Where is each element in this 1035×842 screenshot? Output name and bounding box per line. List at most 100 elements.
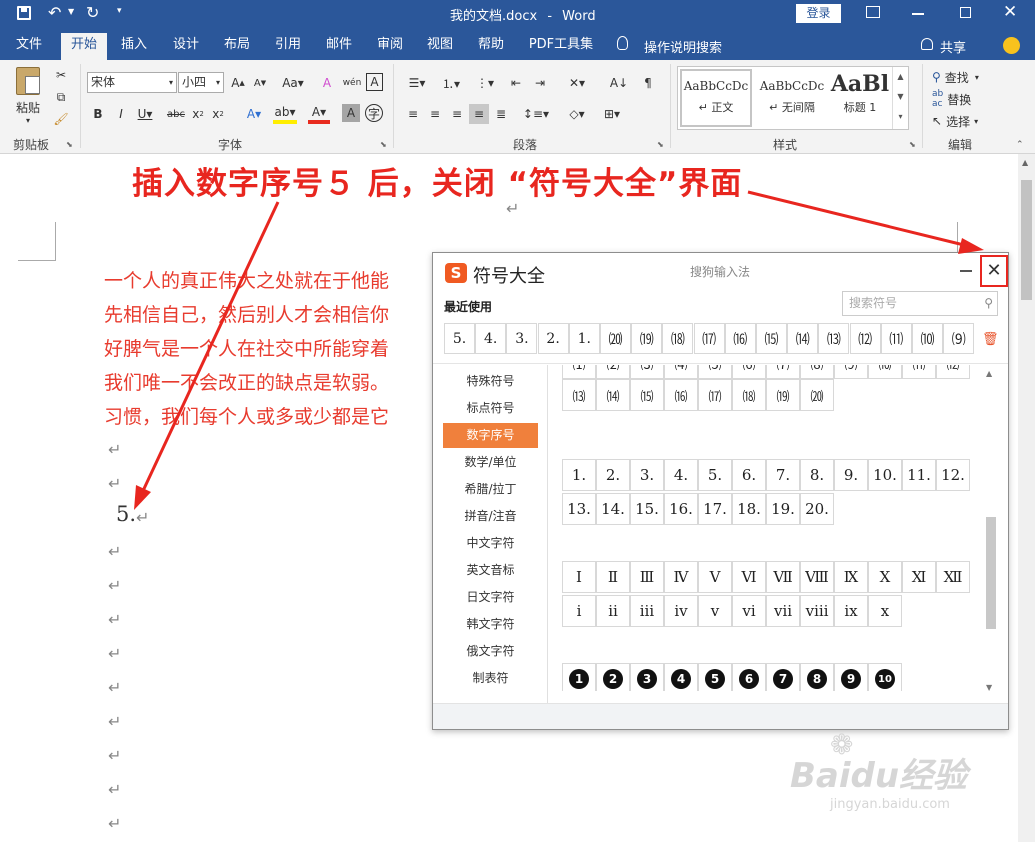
symbol-cell[interactable]: ⑷ [664,365,698,379]
symbol-cell[interactable]: ⅰ [562,595,596,627]
scroll-up-icon[interactable]: ▲ [1022,158,1028,167]
category-item[interactable]: 标点符号 [443,396,538,421]
strikethrough-icon[interactable]: abc [166,104,186,124]
symbol-cell[interactable]: ⒇ [800,379,834,411]
undo-icon[interactable]: ↶ [48,3,61,22]
cut-icon[interactable]: ✂ [52,66,70,84]
paragraph-launcher-icon[interactable]: ⬊ [657,140,664,149]
phonetic-guide-icon[interactable]: wén [342,73,362,93]
recent-symbol-cell[interactable]: ⒃ [724,323,756,354]
tab-references[interactable]: 引用 [266,33,310,60]
symbol-cell[interactable]: ⑵ [596,365,630,379]
ribbon-display-icon[interactable] [866,6,880,18]
tab-review[interactable]: 审阅 [368,33,412,60]
maximize-icon[interactable] [960,7,971,18]
align-left-icon[interactable]: ≡ [403,104,423,124]
symbol-cell[interactable]: ⑻ [800,365,834,379]
symbol-cell[interactable]: 8. [800,459,834,491]
category-item[interactable]: 特殊符号 [443,369,538,394]
symbol-cell[interactable]: 20. [800,493,834,525]
find-button[interactable]: ⚲ 查找 ▾ [932,68,979,86]
bullets-icon[interactable]: ☰▾ [402,73,432,93]
tab-home[interactable]: 开始 [61,33,107,60]
tab-design[interactable]: 设计 [164,33,208,60]
decrease-indent-icon[interactable]: ⇤ [506,73,526,93]
category-item[interactable]: 希腊/拉丁 [443,477,538,502]
shading-icon[interactable]: ◇▾ [563,104,591,124]
symbol-cell[interactable]: ⑴ [562,365,596,379]
close-window-icon[interactable]: ✕ [1003,2,1017,22]
smiley-icon[interactable] [1003,37,1020,54]
symbol-cell[interactable]: Ⅵ [732,561,766,593]
font-size-combo[interactable]: 小四 ▾ [178,72,224,93]
symbol-cell[interactable]: ⅹ [868,595,902,627]
symbol-cell[interactable]: 3 [630,663,664,691]
symbol-cell[interactable]: ⑿ [936,365,970,379]
symbol-cell[interactable]: Ⅲ [630,561,664,593]
share-button[interactable]: 共享 [940,37,966,56]
line-spacing-icon[interactable]: ↕≡▾ [522,104,550,124]
category-item[interactable]: 韩文字符 [443,612,538,637]
symbol-cell[interactable]: ⅵ [732,595,766,627]
symbol-cell[interactable]: ⒁ [596,379,630,411]
recent-symbol-cell[interactable]: ⑾ [880,323,912,354]
symbol-cell[interactable]: ⅶ [766,595,800,627]
symbol-cell[interactable]: ⑶ [630,365,664,379]
styles-launcher-icon[interactable]: ⬊ [909,140,916,149]
recent-symbol-cell[interactable]: ⒀ [818,323,850,354]
symbol-cell[interactable]: Ⅸ [834,561,868,593]
tab-layout[interactable]: 布局 [215,33,259,60]
tell-me-search[interactable]: 操作说明搜索 [644,37,722,56]
symbol-cell[interactable]: Ⅻ [936,561,970,593]
char-shading-icon[interactable]: A [342,104,360,122]
symbol-cell[interactable]: ⑽ [868,365,902,379]
recent-symbol-cell[interactable]: 4. [475,323,507,354]
symbol-cell[interactable]: Ⅷ [800,561,834,593]
symbol-cell[interactable]: ⑺ [766,365,800,379]
numbering-icon[interactable]: ⒈▾ [436,73,466,93]
minimize-icon[interactable] [912,13,924,15]
shrink-font-icon[interactable]: A ▼ [251,73,269,93]
tab-pdf-tools[interactable]: PDF工具集 [524,33,598,60]
symbol-cell[interactable]: ⒆ [766,379,800,411]
symbol-cell[interactable]: 2. [596,459,630,491]
tab-mailings[interactable]: 邮件 [317,33,361,60]
recent-symbol-cell[interactable]: ⑿ [849,323,881,354]
symbol-cell[interactable]: ⅷ [800,595,834,627]
replace-button[interactable]: ab ac 替换 [932,89,971,109]
grid-scroll-thumb[interactable] [986,517,996,629]
undo-dropdown-icon[interactable]: ▼ [68,7,74,16]
recent-symbol-cell[interactable]: 3. [506,323,538,354]
symbol-cell[interactable]: 5. [698,459,732,491]
recent-symbol-cell[interactable]: 5. [444,323,475,354]
customize-qat-icon[interactable]: ▾ [117,6,122,16]
style-normal[interactable]: AaBbCcDc ↵ 正文 [680,69,752,127]
symbol-cell[interactable]: Ⅰ [562,561,596,593]
symbol-cell[interactable]: 13. [562,493,596,525]
clear-format-icon[interactable]: A [318,73,336,93]
symbol-cell[interactable]: 2 [596,663,630,691]
style-heading1[interactable]: AaBl 标题 1 [830,69,890,127]
enclose-char-icon[interactable]: 字 [365,104,383,122]
grid-scroll-up-icon[interactable]: ▲ [986,369,992,378]
category-item[interactable]: 拼音/注音 [443,504,538,529]
justify-icon[interactable]: ≡ [469,104,489,124]
scroll-thumb[interactable] [1021,180,1032,300]
font-color-icon[interactable]: A▾ [308,104,330,124]
trash-icon[interactable]: 🗑 [982,332,999,347]
italic-icon[interactable]: I [113,104,129,124]
symbol-cell[interactable]: Ⅱ [596,561,630,593]
sort-icon[interactable]: A↓ [609,73,629,93]
paste-button[interactable]: 粘贴 ▾ [10,66,46,126]
recent-symbol-cell[interactable]: ⒇ [600,323,631,354]
style-no-spacing[interactable]: AaBbCcDc ↵ 无间隔 [756,69,828,127]
underline-icon[interactable]: U▾ [134,104,156,124]
recent-symbol-cell[interactable]: ⒁ [787,323,819,354]
select-button[interactable]: ↖ 选择 ▾ [932,112,978,130]
symbol-cell[interactable]: ⒅ [732,379,766,411]
bold-icon[interactable]: B [90,104,106,124]
category-item[interactable]: 英文音标 [443,558,538,583]
symbol-cell[interactable]: ⒃ [664,379,698,411]
symbol-cell[interactable]: ⅸ [834,595,868,627]
symbol-cell[interactable]: 1. [562,459,596,491]
